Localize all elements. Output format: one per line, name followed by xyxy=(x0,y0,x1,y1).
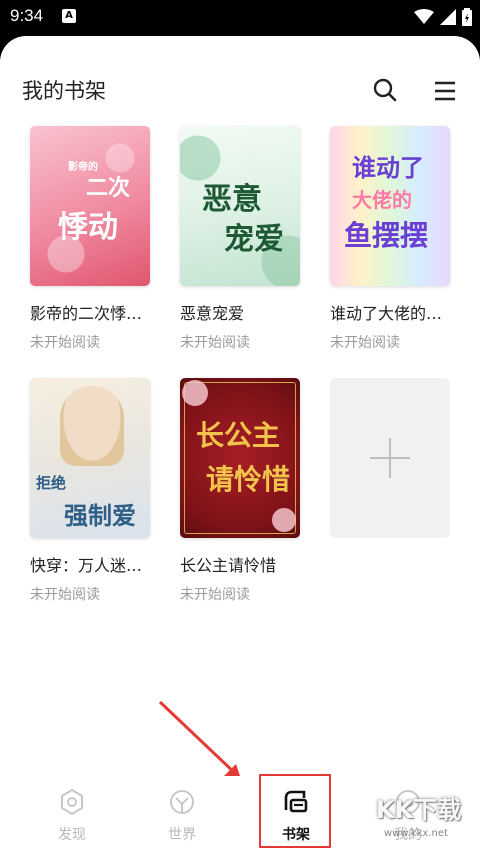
watermark: KK下载 www.kkx.net xyxy=(370,784,480,852)
book-cover[interactable]: 长公主 请怜惜 xyxy=(180,378,300,538)
app-screen: 我的书架 影帝的 二次 悸动 影帝的二次悸… 未开始阅读 恶意 宠爱 恶意宠爱 … xyxy=(0,36,480,852)
book-item[interactable]: 恶意 宠爱 恶意宠爱 未开始阅读 xyxy=(180,126,302,352)
signal-icon xyxy=(440,9,456,25)
book-status: 未开始阅读 xyxy=(330,335,400,351)
book-cover[interactable]: 拒绝 强制爱 xyxy=(30,378,150,538)
cover-text: 强制爱 xyxy=(64,501,136,530)
world-icon xyxy=(170,790,194,814)
book-item[interactable]: 拒绝 强制爱 快穿：万人迷… 未开始阅读 xyxy=(30,378,152,604)
page-title: 我的书架 xyxy=(22,79,106,103)
cover-text: 拒绝 xyxy=(36,474,67,492)
cover-text: 悸动 xyxy=(58,210,118,245)
book-title: 长公主请怜惜 xyxy=(180,556,277,575)
battery-icon xyxy=(462,8,472,26)
wifi-icon xyxy=(414,9,434,24)
book-status: 未开始阅读 xyxy=(180,335,250,351)
cover-text: 二次 xyxy=(86,175,131,201)
book-cover[interactable]: 影帝的 二次 悸动 xyxy=(30,126,150,286)
plus-icon xyxy=(389,438,391,478)
book-title: 谁动了大佬的… xyxy=(330,304,443,323)
discover-icon xyxy=(61,788,83,816)
cover-text: 恶意 xyxy=(202,182,262,217)
book-item[interactable]: 影帝的 二次 悸动 影帝的二次悸… 未开始阅读 xyxy=(30,126,152,352)
book-title: 影帝的二次悸… xyxy=(30,304,143,323)
cover-text: 谁动了 xyxy=(352,153,424,182)
cover-text: 鱼摆摆 xyxy=(344,219,429,252)
book-status: 未开始阅读 xyxy=(180,587,250,603)
status-time: 9:34 xyxy=(10,6,44,25)
highlight-box xyxy=(259,774,331,848)
book-item[interactable]: 长公主 请怜惜 长公主请怜惜 未开始阅读 xyxy=(180,378,302,604)
cover-text: 长公主 xyxy=(196,419,281,452)
book-title: 快穿：万人迷… xyxy=(30,556,143,575)
tab-label: 世界 xyxy=(168,827,196,843)
cover-text: 请怜惜 xyxy=(206,463,291,496)
status-bar: 9:34 A xyxy=(0,0,480,36)
tab-label: 发现 xyxy=(58,827,86,843)
cover-text: 大佬的 xyxy=(352,188,412,212)
book-item[interactable]: 谁动了 大佬的 鱼摆摆 谁动了大佬的… 未开始阅读 xyxy=(330,126,452,352)
menu-icon[interactable] xyxy=(432,79,458,103)
book-title: 恶意宠爱 xyxy=(180,304,245,323)
watermark-url: www.kkx.net xyxy=(384,828,448,839)
add-book-button[interactable] xyxy=(330,378,450,538)
tab-discover[interactable]: 发现 xyxy=(32,776,112,852)
book-cover[interactable]: 谁动了 大佬的 鱼摆摆 xyxy=(330,126,450,286)
search-icon[interactable] xyxy=(372,77,398,103)
book-cover[interactable]: 恶意 宠爱 xyxy=(180,126,300,286)
cover-text: 宠爱 xyxy=(224,222,284,257)
status-icons xyxy=(414,8,472,26)
notification-icon: A xyxy=(62,9,76,23)
tab-world[interactable]: 世界 xyxy=(142,776,222,852)
watermark-logo: KK下载 xyxy=(376,796,462,824)
book-status: 未开始阅读 xyxy=(30,335,100,351)
book-status: 未开始阅读 xyxy=(30,587,100,603)
